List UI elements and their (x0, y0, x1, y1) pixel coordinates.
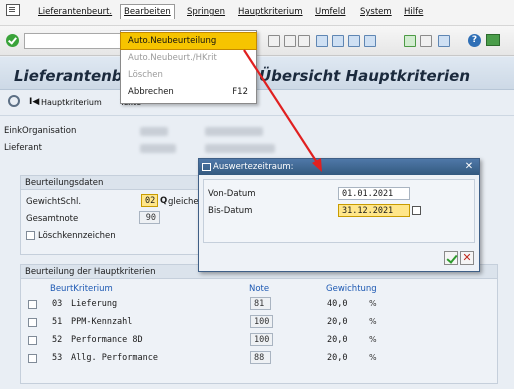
menu-system[interactable]: System (360, 7, 392, 17)
lieferant-value-redacted (140, 144, 176, 153)
row-kriterium-nr: 51 (52, 317, 63, 327)
bearbeiten-dropdown-menu: Auto.Neubeurteilung Auto.Neubeurt./HKrit… (120, 30, 257, 104)
table-row-checkbox[interactable] (28, 354, 37, 363)
beurteilungsdaten-title: Beurteilungsdaten (21, 176, 205, 190)
gesamtnote-field: 90 (139, 211, 160, 224)
bis-datum-label: Bis-Datum (208, 206, 253, 216)
calendar-icon[interactable] (412, 206, 421, 215)
print-icon[interactable] (268, 35, 280, 47)
menu-abbrechen-label: Abbrechen (128, 87, 174, 97)
row-kriterium-nr: 52 (52, 335, 63, 345)
col-header-kriterium: BeurtKriterium (50, 284, 113, 294)
page-title-right: Übersicht Hauptkriterien (259, 67, 471, 85)
menu-abbrechen[interactable]: Abbrechen F12 (121, 84, 256, 100)
row-note-field: 81 (250, 297, 271, 310)
command-field[interactable] (24, 33, 124, 49)
row-gewichtung: 20,0 (327, 335, 348, 345)
menu-umfeld[interactable]: Umfeld (315, 7, 345, 17)
find-next-icon[interactable] (298, 35, 310, 47)
row-note-field: 100 (250, 333, 273, 346)
next-page-icon[interactable] (348, 35, 360, 47)
title-bar: Lieferantenb Übersicht Hauptkriterien (0, 57, 514, 90)
first-page-icon[interactable] (316, 35, 328, 47)
f4-help-icon[interactable]: Q (160, 196, 167, 206)
einkorg-value-redacted (140, 127, 168, 136)
last-page-icon[interactable] (364, 35, 376, 47)
lieferant-label: Lieferant (4, 143, 42, 153)
menu-hilfe[interactable]: Hilfe (404, 7, 423, 17)
gewichtschl-label: GewichtSchl. (26, 197, 82, 207)
gewichtschl-text: gleiche (168, 197, 199, 207)
row-gewichtung: 20,0 (327, 353, 348, 363)
row-kriterium-name: Performance 8D (71, 335, 143, 345)
row-gewichtung: 40,0 (327, 299, 348, 309)
col-header-note: Note (249, 284, 270, 294)
page-title-left: Lieferantenb (14, 67, 123, 85)
menu-auto-neubeurt-hkrit[interactable]: Auto.Neubeurt./HKrit (121, 50, 256, 66)
menu-auto-neubeurteilung[interactable]: Auto.Neubeurteilung (120, 32, 257, 50)
row-kriterium-nr: 53 (52, 353, 63, 363)
find-icon[interactable] (284, 35, 296, 47)
row-unit: % (369, 299, 377, 308)
menu-bearbeiten[interactable]: Bearbeiten (120, 4, 175, 19)
app-menu-icon[interactable] (6, 4, 20, 16)
von-datum-label: Von-Datum (208, 189, 256, 199)
row-unit: % (369, 335, 377, 344)
standard-toolbar: ? (0, 26, 514, 56)
lieferant-text-redacted (205, 144, 275, 153)
table-row-checkbox[interactable] (28, 318, 37, 327)
new-session-icon[interactable] (404, 35, 416, 47)
customize-layout-icon[interactable] (486, 34, 500, 46)
einkorg-label: EinkOrganisation (4, 126, 77, 136)
row-unit: % (369, 317, 377, 326)
confirm-button[interactable] (444, 251, 458, 265)
auswertezeitraum-dialog: Auswertezeitraum: ✕ Von-Datum 01.01.2021… (198, 158, 480, 272)
row-note-field: 100 (250, 315, 273, 328)
dialog-window-icon (202, 163, 211, 171)
row-gewichtung: 20,0 (327, 317, 348, 327)
application-toolbar: I◀ Hauptkriterium Texte (0, 90, 514, 116)
gewichtschl-field[interactable]: 02 (141, 194, 158, 207)
gesamtnote-label: Gesamtnote (26, 214, 79, 224)
menu-auto-neubeurteilung-label: Auto.Neubeurteilung (128, 36, 217, 46)
dialog-body: Von-Datum 01.01.2021 Bis-Datum 31.12.202… (203, 179, 475, 243)
menu-springen[interactable]: Springen (187, 7, 225, 17)
row-kriterium-nr: 03 (52, 299, 63, 309)
loeschkennzeichen-label: Löschkennzeichen (38, 231, 116, 241)
first-item-icon[interactable]: I◀ (29, 97, 39, 107)
row-kriterium-name: Allg. Performance (71, 353, 158, 363)
bis-datum-field[interactable]: 31.12.2021 (338, 204, 410, 217)
close-icon[interactable]: ✕ (463, 161, 475, 173)
menu-loeschen[interactable]: Löschen (121, 67, 256, 83)
loeschkennzeichen-checkbox[interactable] (26, 231, 35, 240)
menu-lieferantenbeurt[interactable]: Lieferantenbeurt. (38, 7, 112, 17)
layout-icon[interactable] (438, 35, 450, 47)
menu-auto-neubeurt-hkrit-label: Auto.Neubeurt./HKrit (128, 53, 217, 63)
row-kriterium-name: Lieferung (71, 299, 118, 309)
menu-bar: Lieferantenbeurt. Bearbeiten Springen Ha… (0, 0, 514, 26)
help-icon[interactable]: ? (468, 34, 481, 47)
table-row-checkbox[interactable] (28, 336, 37, 345)
von-datum-field[interactable]: 01.01.2021 (338, 187, 410, 200)
hauptkriterium-button[interactable]: Hauptkriterium (41, 98, 102, 107)
row-unit: % (369, 353, 377, 362)
search-icon[interactable] (8, 95, 20, 107)
col-header-gewichtung: Gewichtung (326, 284, 377, 294)
dialog-title: Auswertezeitraum: (199, 159, 479, 175)
shortcut-icon[interactable] (420, 35, 432, 47)
cancel-button[interactable]: ✕ (460, 251, 474, 265)
row-note-field: 88 (250, 351, 271, 364)
menu-loeschen-label: Löschen (128, 70, 163, 80)
previous-page-icon[interactable] (332, 35, 344, 47)
table-row-checkbox[interactable] (28, 300, 37, 309)
einkorg-text-redacted (205, 127, 263, 136)
enter-icon[interactable] (6, 34, 19, 47)
menu-abbrechen-shortcut: F12 (232, 87, 248, 97)
menu-hauptkriterium[interactable]: Hauptkriterium (238, 7, 303, 17)
row-kriterium-name: PPM-Kennzahl (71, 317, 133, 327)
